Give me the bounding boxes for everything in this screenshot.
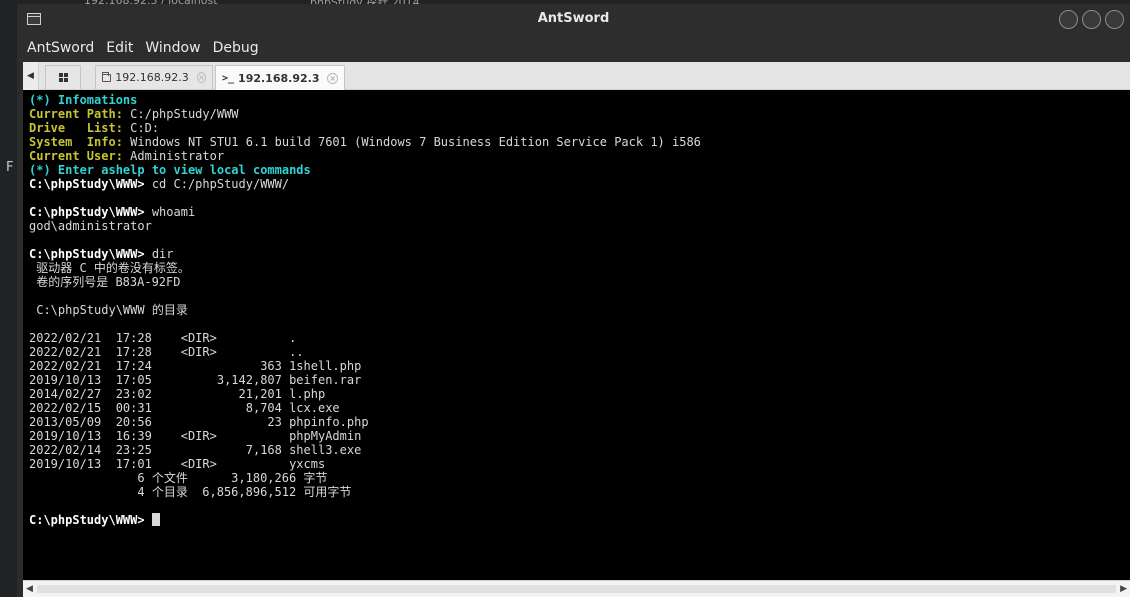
info-system: System Info: Windows NT STU1 6.1 build 7… (29, 135, 1130, 149)
dir-summary: 6 个文件 3,180,266 字节 (29, 471, 328, 485)
command-output: god\administrator (29, 219, 152, 233)
help-hint: (*) Enter ashelp to view local commands (29, 163, 311, 177)
info-value: C:D: (122, 121, 160, 135)
dir-header-line (29, 289, 1130, 303)
terminal-cursor (151, 513, 160, 526)
menu-debug[interactable]: Debug (213, 40, 259, 56)
antsword-window: AntSword AntSword Edit Window Debug ◀ 19… (17, 4, 1130, 597)
info-value: C:/phpStudy/WWW (122, 107, 239, 121)
command-line: C:\phpStudy\WWW> cd C:/phpStudy/WWW/ (29, 177, 1130, 191)
dir-header-line (29, 317, 1130, 331)
dir-row: 2014/02/27 23:02 21,201 l.php (29, 387, 326, 401)
info-drive-list: Drive List: C:D: (29, 121, 1130, 135)
minimize-button[interactable] (1059, 10, 1078, 29)
active-prompt-line[interactable]: C:\phpStudy\WWW> (29, 513, 1130, 527)
main-content: ◀ 192.168.92.3 × >_ 192.168.92.3 × (*) I… (23, 62, 1130, 597)
terminal-icon: >_ (222, 72, 235, 84)
title-bar[interactable]: AntSword (17, 4, 1130, 34)
close-icon[interactable]: × (327, 72, 338, 84)
background-letter: F (6, 160, 14, 175)
tab-bar: ◀ 192.168.92.3 × >_ 192.168.92.3 × (23, 62, 1130, 90)
command: whoami (144, 205, 196, 219)
dir-row: 2019/10/13 16:39 <DIR> phpMyAdmin (29, 429, 362, 443)
menu-window[interactable]: Window (145, 40, 200, 56)
info-current-path: Current Path: C:/phpStudy/WWW (29, 107, 1130, 121)
dir-row: 2022/02/21 17:28 <DIR> .. (29, 345, 304, 359)
horizontal-scrollbar[interactable]: ◀ ▶ (23, 580, 1130, 597)
tab-terminal-label: 192.168.92.3 (238, 71, 320, 85)
menu-bar: AntSword Edit Window Debug (17, 34, 1130, 62)
command-line: C:\phpStudy\WWW> dir (29, 247, 1130, 261)
prompt: C:\phpStudy\WWW> (29, 177, 145, 191)
maximize-button[interactable] (1082, 10, 1101, 29)
scroll-right-arrow-icon[interactable]: ▶ (1120, 584, 1127, 594)
terminal-output[interactable]: (*) Infomations Current Path: C:/phpStud… (23, 90, 1130, 580)
info-value: Windows NT STU1 6.1 build 7601 (Windows … (122, 135, 701, 149)
window-controls (1059, 10, 1124, 29)
menu-antsword[interactable]: AntSword (27, 40, 94, 56)
tab-terminal[interactable]: >_ 192.168.92.3 × (215, 65, 345, 90)
close-button[interactable] (1105, 10, 1124, 29)
prompt: C:\phpStudy\WWW> (29, 247, 145, 261)
dir-row: 2013/05/09 20:56 23 phpinfo.php (29, 415, 369, 429)
command-line: C:\phpStudy\WWW> whoami (29, 205, 1130, 219)
prompt: C:\phpStudy\WWW> (29, 205, 145, 219)
info-label: System Info: (29, 135, 123, 149)
scroll-left-arrow-icon[interactable]: ◀ (26, 584, 33, 594)
dir-summary: 4 个目录 6,856,896,512 可用字节 (29, 485, 352, 499)
tab-file-manager-label: 192.168.92.3 (115, 71, 189, 84)
tab-file-manager[interactable]: 192.168.92.3 × (95, 65, 213, 89)
grid-icon (58, 73, 68, 82)
dir-header-line: 卷的序列号是 B83A-92FD (29, 275, 181, 289)
dir-row: 2019/10/13 17:01 <DIR> yxcms (29, 457, 326, 471)
dir-header-line: 驱动器 C 中的卷没有标签。 (29, 261, 190, 275)
command: dir (144, 247, 174, 261)
info-value: Administrator (122, 149, 225, 163)
dir-row: 2022/02/21 17:28 <DIR> . (29, 331, 297, 345)
info-current-user: Current User: Administrator (29, 149, 1130, 163)
info-label: Current User: (29, 149, 123, 163)
scrollbar-thumb[interactable] (37, 585, 1116, 593)
dir-row: 2022/02/14 23:25 7,168 shell3.exe (29, 443, 362, 457)
info-header: (*) Infomations (29, 93, 138, 107)
command: cd C:/phpStudy/WWW/ (144, 177, 290, 191)
dir-row: 2019/10/13 17:05 3,142,807 beifen.rar (29, 373, 362, 387)
window-title: AntSword (537, 11, 610, 26)
menu-edit[interactable]: Edit (106, 40, 133, 56)
prompt: C:\phpStudy\WWW> (29, 513, 145, 527)
info-label: Current Path: (29, 107, 123, 121)
tab-scroll-left-button[interactable]: ◀ (23, 62, 39, 90)
close-icon[interactable]: × (196, 72, 206, 83)
dir-row: 2022/02/21 17:24 363 1shell.php (29, 359, 362, 373)
dir-row: 2022/02/15 00:31 8,704 lcx.exe (29, 401, 340, 415)
info-label: Drive List: (29, 121, 123, 135)
dir-header-line: C:\phpStudy\WWW 的目录 (29, 303, 188, 317)
folder-icon (102, 71, 112, 82)
tab-home[interactable] (45, 65, 81, 89)
